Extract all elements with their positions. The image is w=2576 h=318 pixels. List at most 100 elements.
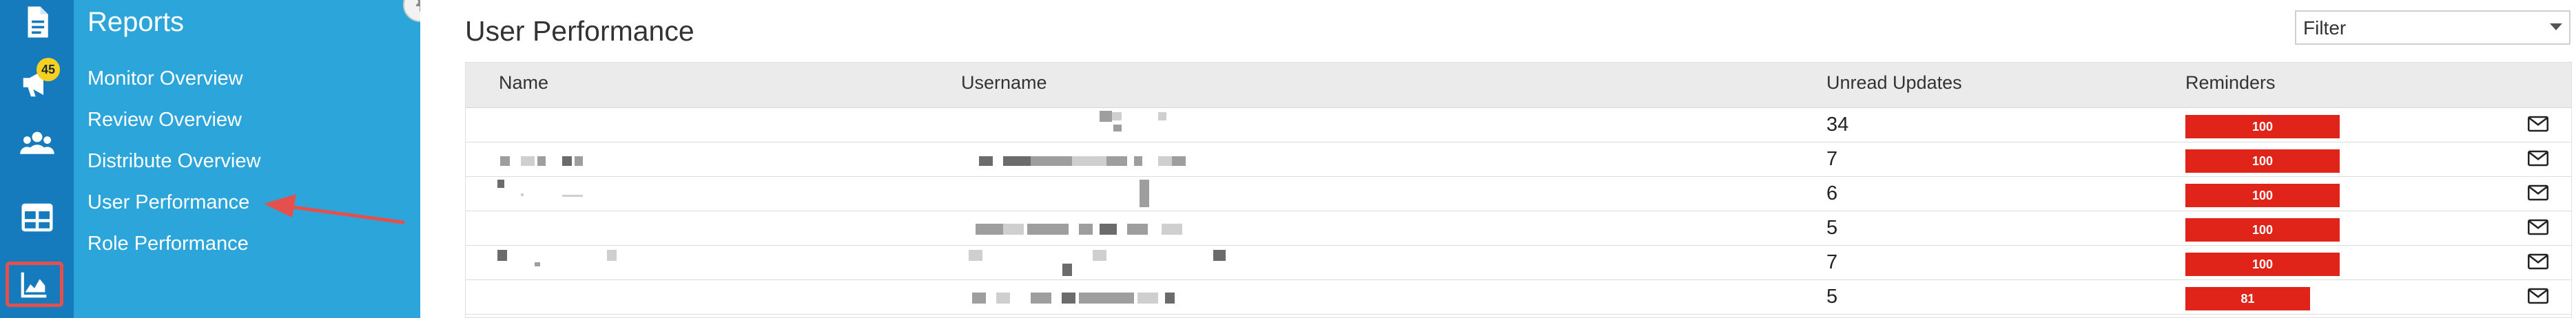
table-row[interactable]: 5 100 bbox=[466, 211, 2571, 246]
unread-count: 7 bbox=[1826, 251, 1838, 273]
caret-down-icon bbox=[2550, 23, 2562, 30]
redacted-username bbox=[1062, 264, 1072, 276]
redacted-name bbox=[607, 250, 617, 261]
envelope-icon[interactable] bbox=[2528, 253, 2548, 270]
reminder-value: 100 bbox=[2252, 119, 2274, 134]
icon-rail: 45 bbox=[0, 0, 74, 318]
unread-count: 5 bbox=[1826, 217, 1838, 239]
page-title: User Performance bbox=[465, 15, 694, 47]
rail-reports-button[interactable] bbox=[6, 262, 63, 307]
rail-documents-button[interactable] bbox=[0, 0, 74, 52]
redacted-username bbox=[1031, 293, 1051, 304]
chart-area-icon bbox=[21, 272, 47, 298]
redacted-username bbox=[1100, 224, 1117, 235]
column-header-unread-updates[interactable]: Unread Updates bbox=[1826, 72, 1962, 94]
redacted-username bbox=[1100, 111, 1112, 122]
redacted-username bbox=[1172, 156, 1186, 166]
redacted-username bbox=[1140, 180, 1149, 207]
main-content: User Performance Filter Name Username Un… bbox=[420, 0, 2576, 318]
redacted-username bbox=[1003, 224, 1024, 235]
column-header-name[interactable]: Name bbox=[499, 72, 548, 94]
redacted-username bbox=[1093, 250, 1106, 261]
nav-item-review-overview[interactable]: Review Overview bbox=[87, 109, 242, 131]
redacted-name bbox=[562, 195, 583, 197]
redacted-username bbox=[1134, 156, 1142, 166]
table-icon bbox=[21, 203, 52, 232]
nav-item-monitor-overview[interactable]: Monitor Overview bbox=[87, 67, 243, 90]
redacted-username bbox=[1213, 250, 1226, 261]
rail-announcements-button[interactable] bbox=[0, 52, 74, 113]
redacted-username bbox=[1162, 224, 1182, 235]
redacted-name bbox=[521, 156, 535, 166]
nav-item-user-performance[interactable]: User Performance bbox=[87, 191, 249, 214]
redacted-name bbox=[575, 156, 583, 166]
table-row[interactable]: 7 100 bbox=[466, 246, 2571, 280]
redacted-username bbox=[1112, 112, 1122, 120]
reminder-bar: 100 bbox=[2185, 184, 2340, 207]
column-header-reminders[interactable]: Reminders bbox=[2185, 72, 2276, 94]
envelope-icon[interactable] bbox=[2528, 116, 2548, 132]
reminder-value: 100 bbox=[2252, 222, 2274, 237]
redacted-username bbox=[1113, 125, 1122, 131]
reminder-value: 100 bbox=[2252, 188, 2274, 202]
redacted-name bbox=[500, 156, 510, 166]
table-header: Name Username Unread Updates Reminders bbox=[466, 63, 2571, 108]
unread-count: 34 bbox=[1826, 114, 1849, 136]
redacted-name bbox=[535, 262, 540, 266]
redacted-username bbox=[1003, 156, 1031, 166]
reminder-value: 81 bbox=[2240, 291, 2255, 306]
notification-badge: 45 bbox=[37, 58, 60, 81]
reminder-bar: 100 bbox=[2185, 218, 2340, 242]
redacted-username bbox=[1158, 156, 1172, 166]
redacted-username bbox=[1072, 156, 1106, 166]
redacted-name bbox=[521, 193, 524, 196]
redacted-username bbox=[979, 156, 993, 166]
redacted-username bbox=[1127, 224, 1148, 235]
redacted-username bbox=[1031, 156, 1072, 166]
redacted-name bbox=[497, 250, 507, 261]
rail-tables-button[interactable] bbox=[0, 187, 74, 248]
envelope-icon[interactable] bbox=[2528, 288, 2548, 304]
reminder-bar: 81 bbox=[2185, 287, 2310, 310]
reminder-value: 100 bbox=[2252, 257, 2274, 271]
nav-item-role-performance[interactable]: Role Performance bbox=[87, 233, 249, 255]
envelope-icon[interactable] bbox=[2528, 150, 2548, 167]
filter-label: Filter bbox=[2303, 17, 2347, 39]
document-icon bbox=[28, 6, 48, 38]
nav-item-distribute-overview[interactable]: Distribute Overview bbox=[87, 150, 260, 173]
reports-panel: Reports Monitor Overview Review Overview… bbox=[74, 0, 437, 318]
redacted-username bbox=[1079, 224, 1093, 235]
rail-users-button[interactable] bbox=[0, 113, 74, 173]
table-row[interactable]: 7 100 bbox=[466, 142, 2571, 177]
reminder-bar: 100 bbox=[2185, 149, 2340, 173]
users-icon bbox=[19, 131, 54, 154]
envelope-icon[interactable] bbox=[2528, 219, 2548, 235]
unread-count: 5 bbox=[1826, 286, 1838, 308]
panel-title: Reports bbox=[87, 7, 185, 37]
redacted-username bbox=[1106, 156, 1127, 166]
redacted-username bbox=[972, 293, 986, 304]
reminder-bar: 100 bbox=[2185, 253, 2340, 276]
user-performance-table: Name Username Unread Updates Reminders 3… bbox=[465, 62, 2572, 318]
unread-count: 6 bbox=[1826, 182, 1838, 204]
filter-dropdown[interactable]: Filter bbox=[2295, 10, 2570, 45]
redacted-username bbox=[976, 224, 1003, 235]
redacted-name bbox=[497, 180, 504, 188]
redacted-username bbox=[1062, 293, 1075, 304]
redacted-username bbox=[969, 250, 982, 261]
table-row[interactable]: 5 81 bbox=[466, 280, 2571, 315]
redacted-username bbox=[1027, 224, 1069, 235]
redacted-username bbox=[1137, 293, 1158, 304]
redacted-name bbox=[562, 156, 572, 166]
redacted-username bbox=[1079, 293, 1134, 304]
redacted-name bbox=[537, 156, 546, 166]
redacted-username bbox=[996, 293, 1010, 304]
table-row[interactable]: 34 100 bbox=[466, 108, 2571, 142]
reminder-value: 100 bbox=[2252, 153, 2274, 168]
reminder-bar: 100 bbox=[2185, 115, 2340, 138]
unread-count: 7 bbox=[1826, 148, 1838, 170]
envelope-icon[interactable] bbox=[2528, 184, 2548, 201]
column-header-username[interactable]: Username bbox=[961, 72, 1047, 94]
table-row[interactable]: 6 100 bbox=[466, 177, 2571, 211]
redacted-username bbox=[1165, 293, 1175, 304]
